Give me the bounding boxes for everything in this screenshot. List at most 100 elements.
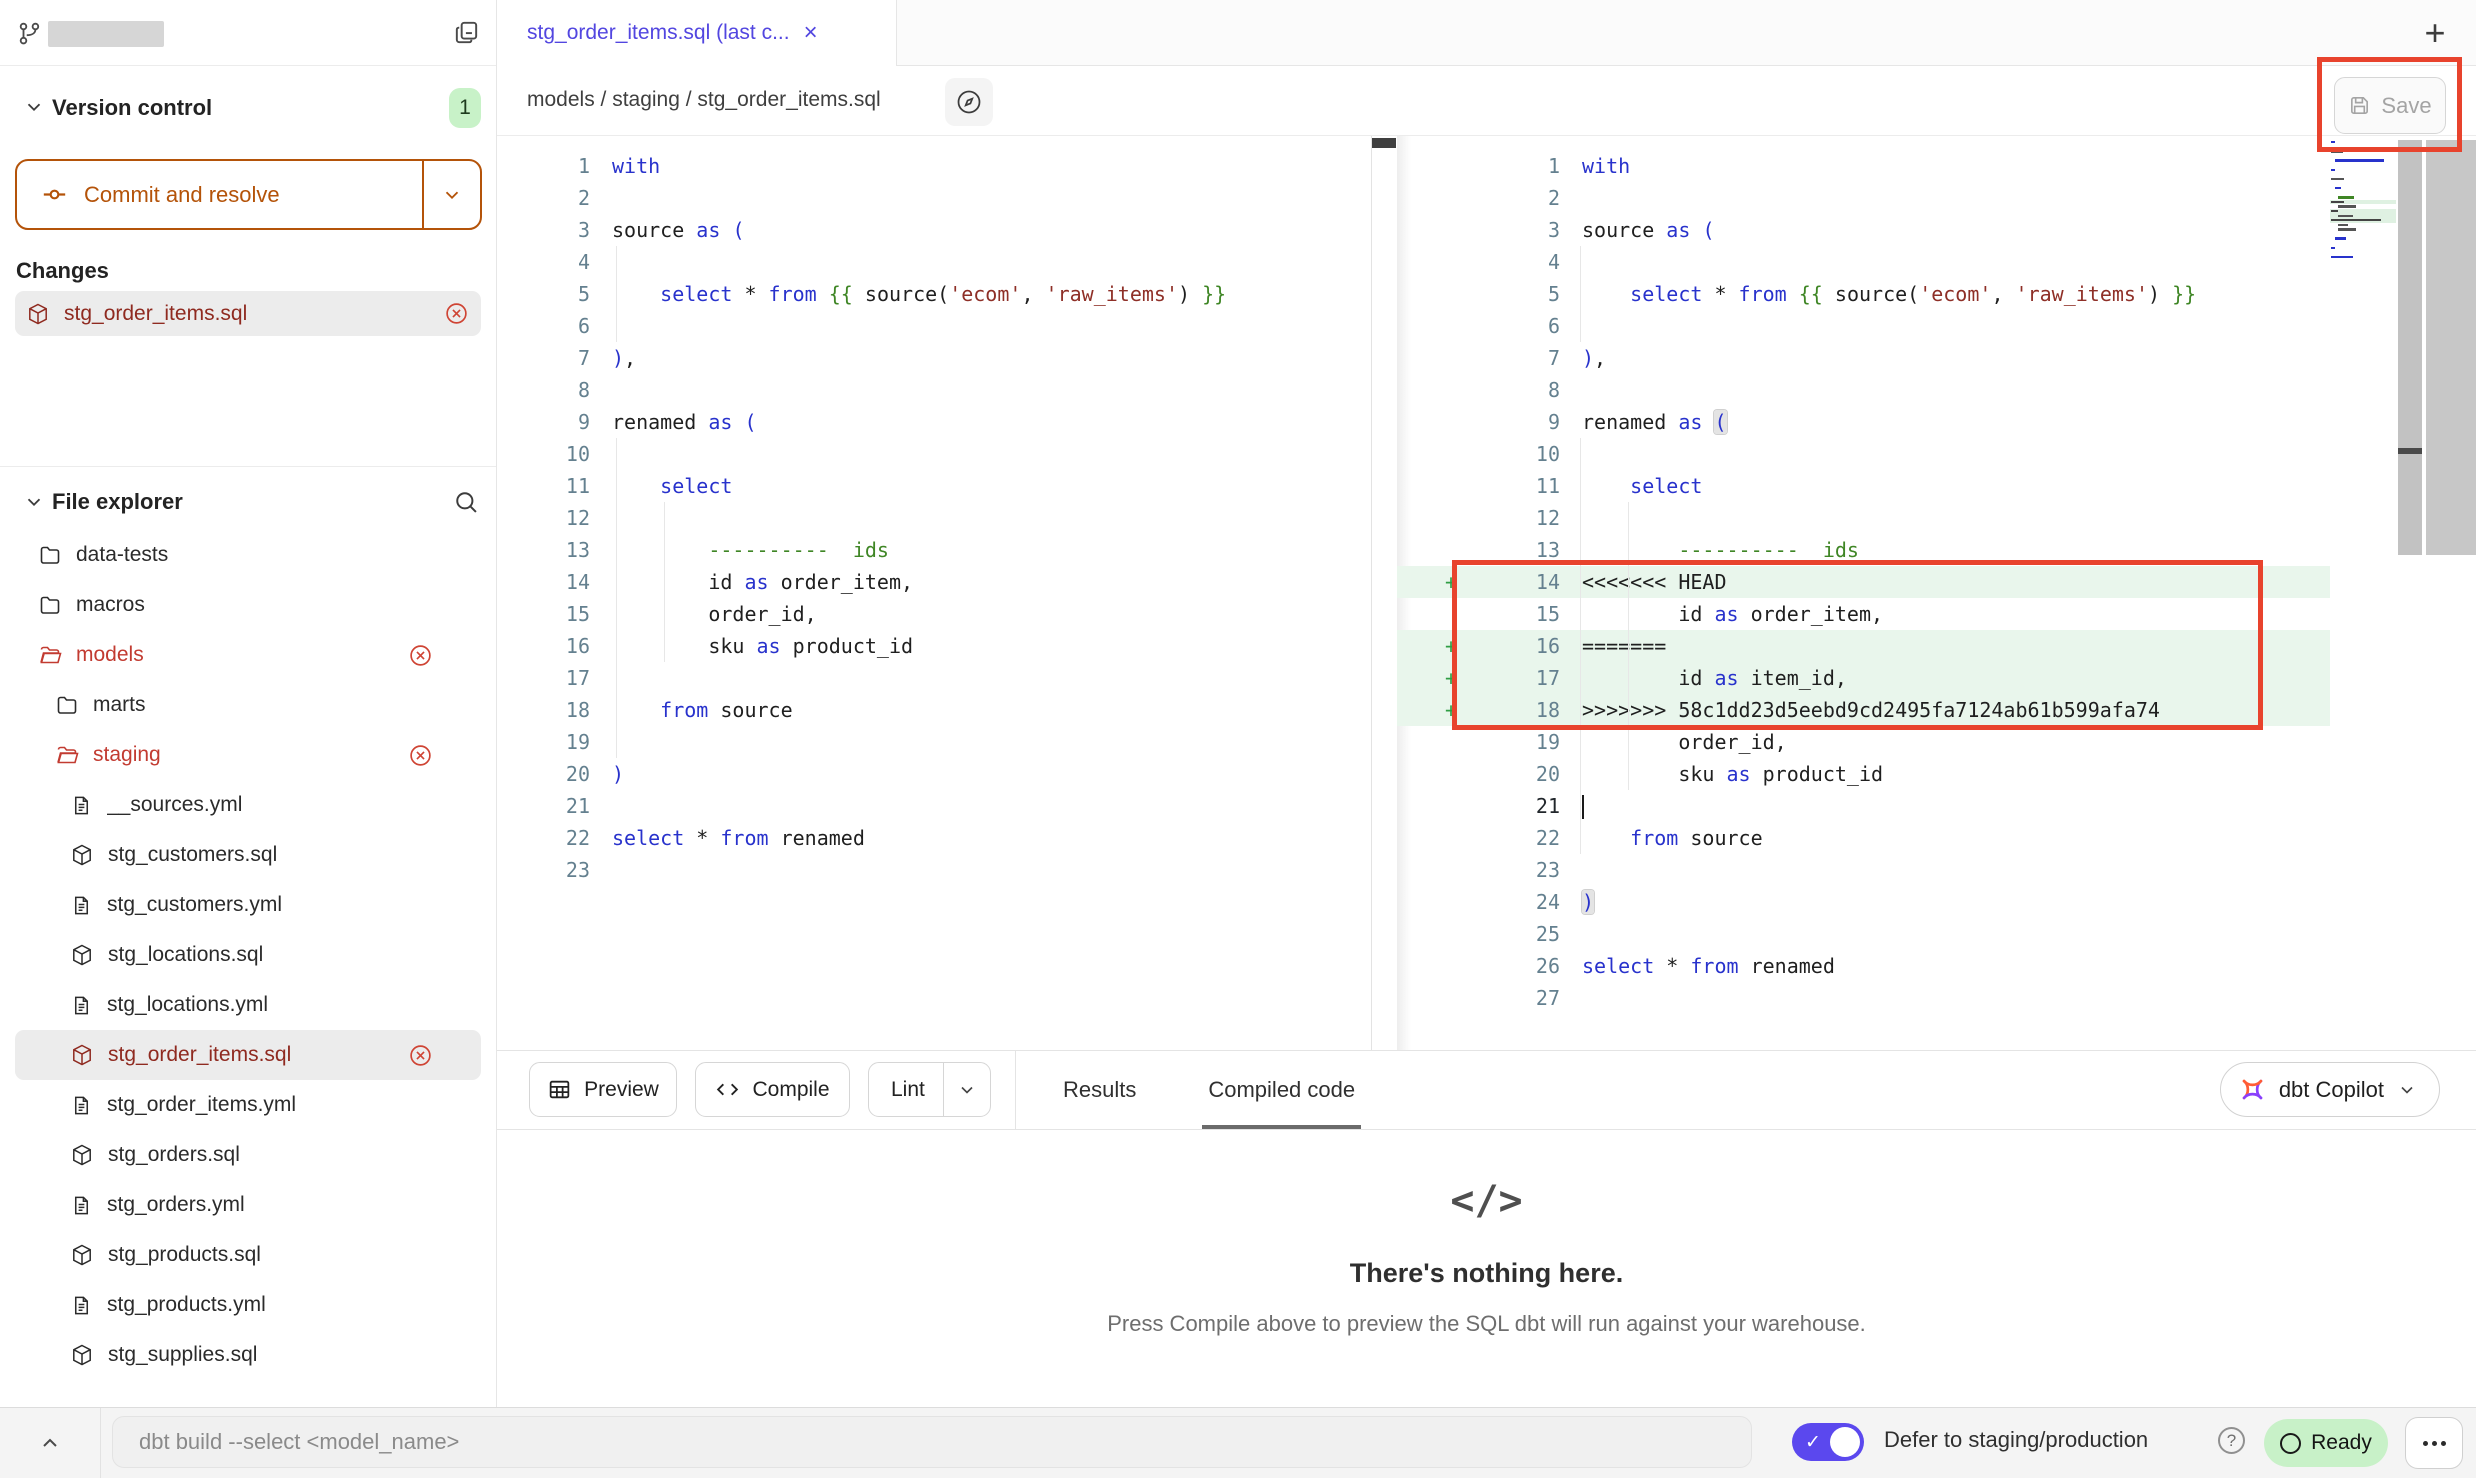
code-line-3[interactable]: 3source as (: [1397, 214, 2330, 246]
command-input[interactable]: [112, 1416, 1752, 1468]
code-line-17[interactable]: 17: [497, 662, 1371, 694]
code-line-11[interactable]: 11 select: [497, 470, 1371, 502]
code-line-15[interactable]: 15 id as order_item,: [1397, 598, 2330, 630]
code-line-6[interactable]: 6: [1397, 310, 2330, 342]
code-line-22[interactable]: 22select * from renamed: [497, 822, 1371, 854]
code-line-2[interactable]: 2: [1397, 182, 2330, 214]
code-line-7[interactable]: 7),: [497, 342, 1371, 374]
tab-results[interactable]: Results: [1057, 1051, 1142, 1129]
file-row-macros[interactable]: macros: [0, 580, 496, 630]
file-row-stg-products-yml[interactable]: stg_products.yml: [0, 1280, 496, 1330]
file-row-stg-locations-sql[interactable]: stg_locations.sql: [0, 930, 496, 980]
code-line-12[interactable]: 12: [497, 502, 1371, 534]
file-row-stg-locations-yml[interactable]: stg_locations.yml: [0, 980, 496, 1030]
code-line-16[interactable]: 16 sku as product_id: [497, 630, 1371, 662]
search-icon[interactable]: [452, 488, 480, 516]
help-icon[interactable]: ?: [2218, 1427, 2245, 1454]
code-line-8[interactable]: 8: [1397, 374, 2330, 406]
code-line-1[interactable]: 1with: [1397, 150, 2330, 182]
code-line-21[interactable]: 21: [1397, 790, 2330, 822]
file-row-stg-customers-yml[interactable]: stg_customers.yml: [0, 880, 496, 930]
code-line-17[interactable]: +17 id as item_id,: [1397, 662, 2330, 694]
code-line-20[interactable]: 20): [497, 758, 1371, 790]
code-line-7[interactable]: 7),: [1397, 342, 2330, 374]
code-line-1[interactable]: 1with: [497, 150, 1371, 182]
lineage-icon[interactable]: [945, 78, 993, 126]
code-line-10[interactable]: 10: [1397, 438, 2330, 470]
code-line-22[interactable]: 22 from source: [1397, 822, 2330, 854]
code-line-3[interactable]: 3source as (: [497, 214, 1371, 246]
file-row-stg-customers-sql[interactable]: stg_customers.sql: [0, 830, 496, 880]
code-editor[interactable]: 1with23source as (45 select * from {{ so…: [497, 136, 2476, 1050]
editor-pane-right[interactable]: 1with23source as (45 select * from {{ so…: [1397, 136, 2330, 1050]
code-line-5[interactable]: 5 select * from {{ source('ecom', 'raw_i…: [1397, 278, 2330, 310]
file-row-stg-order-items-sql[interactable]: stg_order_items.sql: [15, 1030, 481, 1080]
version-control-chevron-icon[interactable]: [23, 96, 45, 118]
file-row-marts[interactable]: marts: [0, 680, 496, 730]
file-row--sources-yml[interactable]: __sources.yml: [0, 780, 496, 830]
code-line-4[interactable]: 4: [1397, 246, 2330, 278]
file-row-staging[interactable]: staging: [0, 730, 496, 780]
dbt-copilot-button[interactable]: dbt Copilot: [2220, 1062, 2440, 1117]
code-line-14[interactable]: 14 id as order_item,: [497, 566, 1371, 598]
code-line-23[interactable]: 23: [1397, 854, 2330, 886]
editor-scrollbar[interactable]: [2426, 140, 2476, 555]
collapse-command-bar-icon[interactable]: [24, 1422, 76, 1464]
commit-options-caret[interactable]: [422, 161, 480, 228]
code-line-27[interactable]: 27: [1397, 982, 2330, 1014]
tab-compiled-code[interactable]: Compiled code: [1202, 1051, 1361, 1129]
save-button[interactable]: Save: [2334, 77, 2446, 134]
code-line-5[interactable]: 5 select * from {{ source('ecom', 'raw_i…: [497, 278, 1371, 310]
copy-files-icon[interactable]: [452, 18, 481, 47]
file-row-stg-products-sql[interactable]: stg_products.sql: [0, 1230, 496, 1280]
file-row-stg-orders-sql[interactable]: stg_orders.sql: [0, 1130, 496, 1180]
ready-status-badge[interactable]: Ready: [2264, 1419, 2388, 1467]
code-line-10[interactable]: 10: [497, 438, 1371, 470]
code-line-18[interactable]: +18>>>>>>> 58c1dd23d5eebd9cd2495fa7124ab…: [1397, 694, 2330, 726]
file-row-stg-supplies-sql[interactable]: stg_supplies.sql: [0, 1330, 496, 1380]
tab-stg-order-items[interactable]: stg_order_items.sql (last c... ×: [497, 0, 897, 66]
code-line-24[interactable]: 24): [1397, 886, 2330, 918]
code-line-13[interactable]: 13 ---------- ids: [497, 534, 1371, 566]
discard-change-icon[interactable]: [444, 301, 469, 326]
code-line-25[interactable]: 25: [1397, 918, 2330, 950]
code-line-2[interactable]: 2: [497, 182, 1371, 214]
file-row-stg-order-items-yml[interactable]: stg_order_items.yml: [0, 1080, 496, 1130]
code-line-13[interactable]: 13 ---------- ids: [1397, 534, 2330, 566]
lint-button[interactable]: Lint: [868, 1062, 991, 1117]
lint-options-caret[interactable]: [943, 1063, 990, 1116]
discard-changes-icon[interactable]: [408, 643, 433, 668]
code-line-14[interactable]: +14<<<<<<< HEAD: [1397, 566, 2330, 598]
code-line-21[interactable]: 21: [497, 790, 1371, 822]
tab-close-icon[interactable]: ×: [804, 21, 818, 45]
file-row-stg-orders-yml[interactable]: stg_orders.yml: [0, 1180, 496, 1230]
code-line-8[interactable]: 8: [497, 374, 1371, 406]
code-line-6[interactable]: 6: [497, 310, 1371, 342]
code-line-16[interactable]: +16=======: [1397, 630, 2330, 662]
file-explorer-chevron-icon[interactable]: [23, 491, 45, 513]
left-pane-scrollbar-thumb[interactable]: [1372, 138, 1396, 148]
discard-changes-icon[interactable]: [408, 1043, 433, 1068]
compile-button[interactable]: Compile: [695, 1062, 850, 1117]
code-line-19[interactable]: 19: [497, 726, 1371, 758]
defer-toggle[interactable]: ✓: [1792, 1423, 1864, 1461]
code-line-19[interactable]: 19 order_id,: [1397, 726, 2330, 758]
code-line-23[interactable]: 23: [497, 854, 1371, 886]
code-line-9[interactable]: 9renamed as (: [1397, 406, 2330, 438]
code-line-11[interactable]: 11 select: [1397, 470, 2330, 502]
new-tab-button[interactable]: +: [2416, 14, 2454, 52]
minimap[interactable]: [2330, 140, 2396, 264]
code-line-18[interactable]: 18 from source: [497, 694, 1371, 726]
code-line-4[interactable]: 4: [497, 246, 1371, 278]
commit-and-resolve-button[interactable]: Commit and resolve: [15, 159, 482, 230]
code-line-9[interactable]: 9renamed as (: [497, 406, 1371, 438]
more-options-button[interactable]: [2405, 1417, 2463, 1469]
file-row-models[interactable]: models: [0, 630, 496, 680]
changed-file-row[interactable]: stg_order_items.sql: [15, 291, 481, 336]
file-row-data-tests[interactable]: data-tests: [0, 530, 496, 580]
discard-changes-icon[interactable]: [408, 743, 433, 768]
editor-pane-left[interactable]: 1with23source as (45 select * from {{ so…: [497, 136, 1371, 1050]
preview-button[interactable]: Preview: [529, 1062, 677, 1117]
code-line-20[interactable]: 20 sku as product_id: [1397, 758, 2330, 790]
code-line-12[interactable]: 12: [1397, 502, 2330, 534]
